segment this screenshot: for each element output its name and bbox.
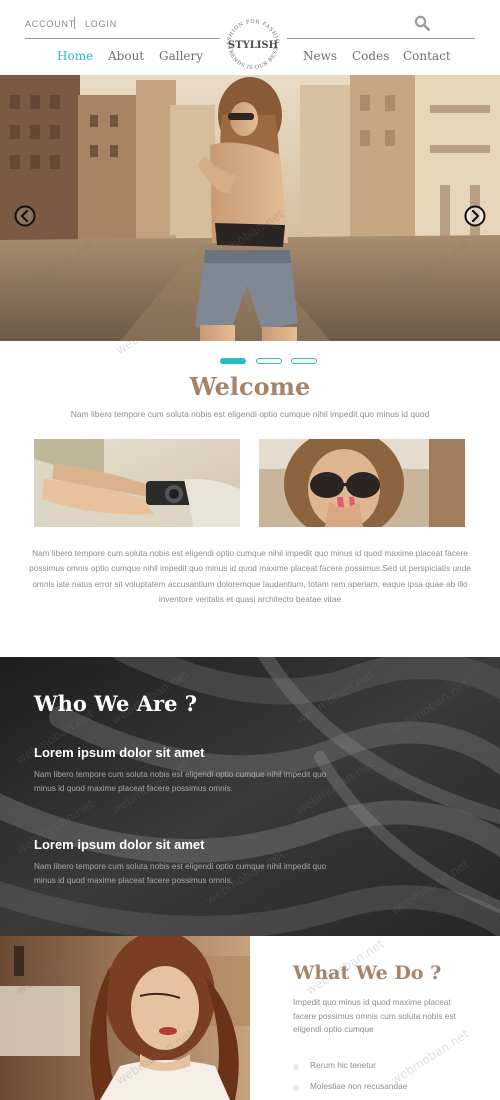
slider-next-arrow-icon[interactable] — [464, 205, 486, 227]
header-divider-right — [287, 38, 475, 39]
slider-dot-2[interactable] — [256, 358, 282, 364]
what-we-do-heading: What We Do ? — [293, 962, 442, 984]
what-we-do-photo — [0, 936, 250, 1100]
slider-dot-1[interactable] — [220, 358, 246, 364]
hero-image — [0, 75, 500, 341]
who-we-are-heading: Who We Are ? — [34, 691, 198, 716]
welcome-photo-sunglasses — [259, 439, 465, 527]
site-header: ACCOUNT LOGIN FASHION FOR FASHION TRENDS… — [0, 0, 500, 75]
welcome-heading: Welcome — [189, 372, 311, 401]
what-we-do-text: Impedit quo minus id quod maxime placeat… — [293, 997, 456, 1034]
nav-home[interactable]: Home — [57, 49, 93, 63]
slider-dot-3[interactable] — [291, 358, 317, 364]
nav-contact[interactable]: Contact — [403, 49, 451, 63]
welcome-photo-camera — [34, 439, 240, 527]
what-we-do-item-label: Molestiae non recusandae — [310, 1081, 408, 1091]
nav-gallery[interactable]: Gallery — [159, 49, 203, 63]
who-item-heading-2: Lorem ipsum dolor sit amet — [34, 837, 205, 852]
hero-slider — [0, 75, 500, 341]
login-link[interactable]: LOGIN — [85, 19, 117, 29]
who-we-are-section: Who We Are ? Lorem ipsum dolor sit amet … — [0, 657, 500, 936]
nav-news[interactable]: News — [303, 49, 337, 63]
bullet-icon — [293, 1085, 299, 1091]
logo-text: STYLISH — [228, 40, 278, 51]
welcome-body-text: Nam libero tempore cum soluta nobis est … — [29, 548, 471, 604]
nav-codes[interactable]: Codes — [352, 49, 389, 63]
bullet-icon — [293, 1064, 299, 1070]
stylish-logo[interactable]: FASHION FOR FASHION TRENDS IS OUR BEST S… — [221, 14, 285, 74]
who-item-text-1: Nam libero tempore cum soluta nobis est … — [34, 770, 327, 793]
who-item-text-2: Nam libero tempore cum soluta nobis est … — [34, 862, 327, 885]
top-link-separator — [74, 17, 75, 29]
nav-about[interactable]: About — [108, 49, 144, 63]
header-divider-left — [25, 38, 220, 39]
account-link[interactable]: ACCOUNT — [25, 19, 75, 29]
who-item-heading-1: Lorem ipsum dolor sit amet — [34, 745, 205, 760]
welcome-subtitle: Nam libero tempore cum soluta nobis est … — [70, 409, 430, 419]
slider-prev-arrow-icon[interactable] — [14, 205, 36, 227]
search-icon[interactable] — [414, 15, 430, 31]
what-we-do-item-label: Rerum hic tenetur — [310, 1060, 376, 1070]
